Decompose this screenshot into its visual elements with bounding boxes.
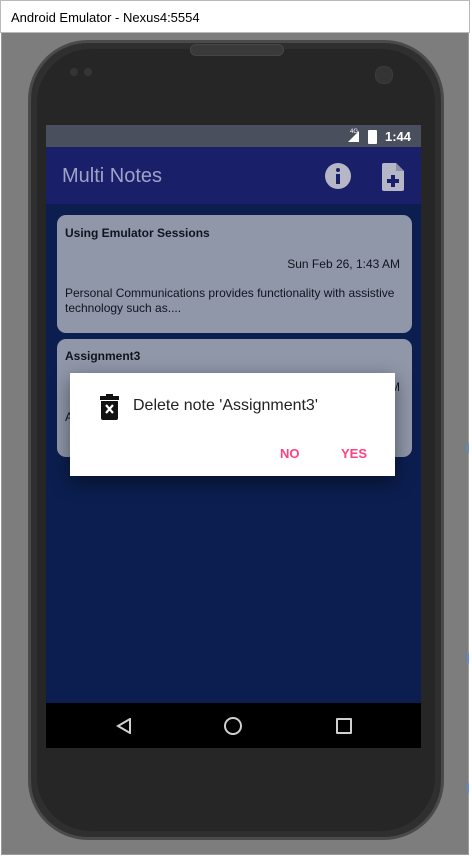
edge-mark — [467, 783, 469, 793]
note-text: Personal Communications provides functio… — [65, 286, 395, 315]
edge-mark — [467, 443, 469, 453]
sensor-dots — [70, 68, 98, 78]
emulator-title: Android Emulator - Nexus4:5554 — [11, 10, 200, 25]
front-camera — [375, 66, 393, 84]
no-button[interactable]: NO — [274, 440, 306, 467]
status-bar: 4G 1:44 — [46, 125, 421, 147]
app-bar: Multi Notes — [46, 147, 421, 204]
add-note-icon[interactable] — [382, 163, 404, 191]
note-title: Assignment3 — [65, 349, 141, 363]
note-card[interactable]: Using Emulator Sessions Sun Feb 26, 1:43… — [57, 215, 412, 333]
delete-icon — [100, 394, 119, 420]
delete-dialog: Delete note 'Assignment3' NO YES — [70, 373, 395, 476]
emulator-title-bar: Android Emulator - Nexus4:5554 — [0, 0, 470, 33]
note-date: Sun Feb 26, 1:43 AM — [287, 257, 400, 271]
status-time: 1:44 — [384, 129, 411, 144]
home-icon[interactable] — [224, 717, 242, 735]
yes-button[interactable]: YES — [335, 440, 373, 467]
info-icon[interactable] — [325, 163, 351, 189]
dialog-title: Delete note 'Assignment3' — [133, 397, 318, 414]
app-title: Multi Notes — [62, 165, 163, 187]
navigation-bar — [46, 703, 421, 748]
note-title: Using Emulator Sessions — [65, 226, 210, 240]
recents-icon[interactable] — [336, 718, 352, 734]
speaker-grille — [190, 44, 284, 56]
battery-icon — [368, 130, 377, 144]
edge-mark — [467, 653, 469, 663]
signal-icon — [348, 131, 359, 142]
back-icon[interactable] — [116, 718, 132, 734]
